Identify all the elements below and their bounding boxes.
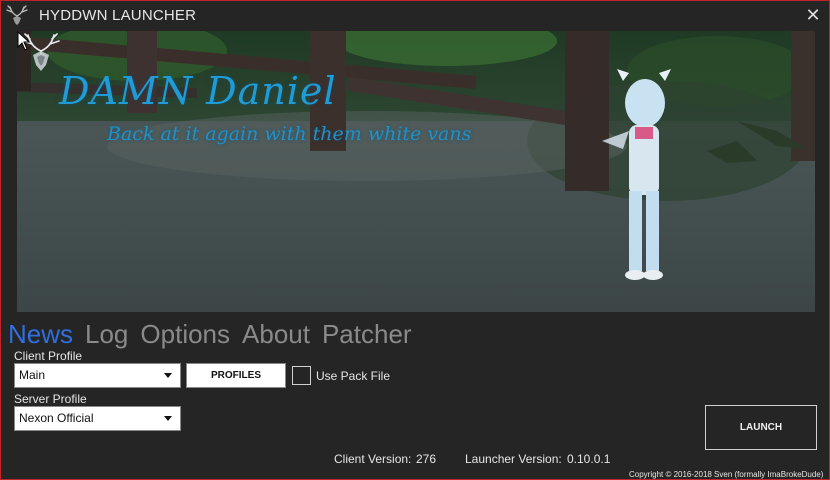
client-version-label: Client Version:: [334, 452, 412, 466]
server-profile-label: Server Profile: [14, 392, 87, 406]
chevron-down-icon: [164, 416, 172, 421]
launcher-window: HYDDWN LAUNCHER ✕ DAMN Daniel Back at it…: [0, 0, 830, 480]
banner-subtitle: Back at it again with them white vans: [107, 123, 472, 145]
tab-bar: News Log Options About Patcher: [8, 319, 412, 351]
news-banner: DAMN Daniel Back at it again with them w…: [17, 31, 815, 312]
copyright-text: Copyright © 2016-2018 Sven (formally Ima…: [629, 470, 824, 479]
profiles-button[interactable]: PROFILES: [186, 363, 286, 388]
launcher-version-label: Launcher Version:: [465, 452, 562, 466]
tab-log[interactable]: Log: [85, 319, 128, 351]
banner-title: DAMN Daniel: [59, 69, 337, 113]
chevron-down-icon: [164, 373, 172, 378]
deer-antler-icon: [6, 5, 28, 25]
client-version-value: 276: [416, 452, 437, 466]
client-profile-value: Main: [19, 368, 46, 382]
mouse-cursor-icon: [17, 31, 31, 51]
server-profile-select[interactable]: Nexon Official: [14, 406, 181, 431]
title-bar[interactable]: HYDDWN LAUNCHER ✕: [1, 1, 829, 31]
use-pack-file-checkbox[interactable]: [292, 366, 311, 385]
use-pack-file-label[interactable]: Use Pack File: [316, 369, 390, 383]
window-title: HYDDWN LAUNCHER: [39, 7, 197, 24]
launch-button[interactable]: LAUNCH: [705, 405, 817, 450]
launcher-version-value: 0.10.0.1: [567, 452, 611, 466]
tab-about[interactable]: About: [242, 319, 310, 351]
client-profile-label: Client Profile: [14, 349, 83, 363]
server-profile-value: Nexon Official: [19, 411, 94, 425]
close-icon[interactable]: ✕: [803, 5, 823, 25]
tab-options[interactable]: Options: [140, 319, 230, 351]
client-profile-select[interactable]: Main: [14, 363, 181, 388]
tab-patcher[interactable]: Patcher: [322, 319, 412, 351]
tab-news[interactable]: News: [8, 319, 73, 351]
